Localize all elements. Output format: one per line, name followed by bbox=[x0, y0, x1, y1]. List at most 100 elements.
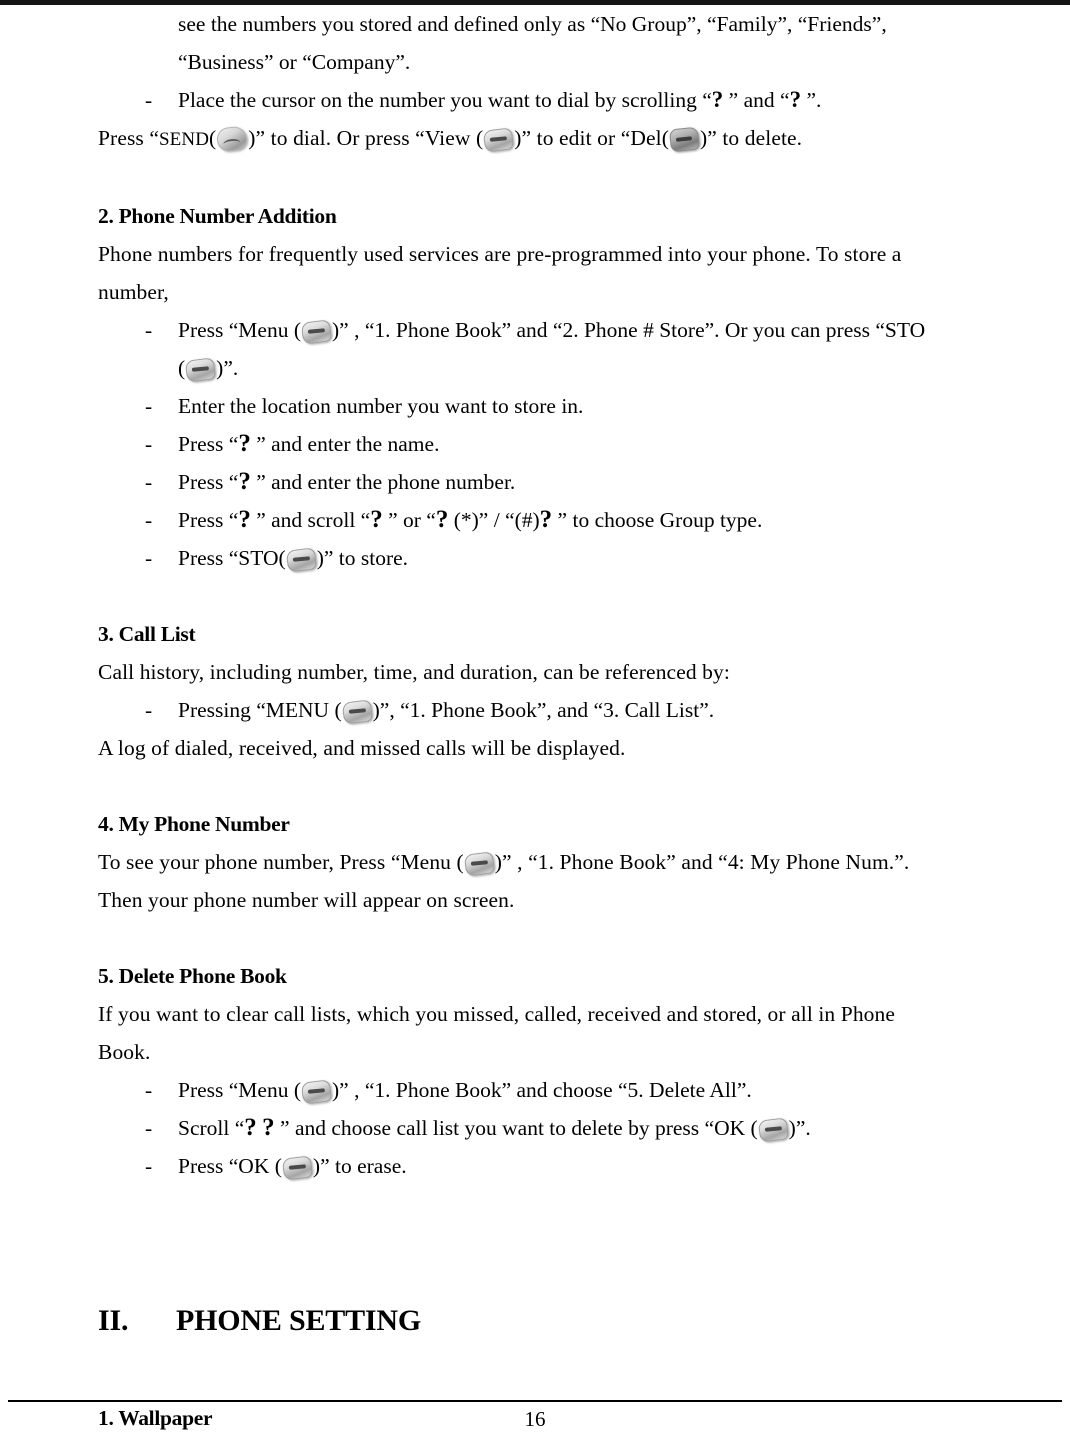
document-page: see the numbers you stored and defined o… bbox=[0, 0, 1070, 1439]
menu-key-icon bbox=[300, 1079, 333, 1105]
list-item-text-paren: ( bbox=[278, 546, 286, 570]
list-item: - Press “? ” and scroll “? ” or “? (*)” … bbox=[145, 501, 970, 539]
list-item-text-2: )”, “1. Phone Book”, and “3. Call List”. bbox=[372, 698, 715, 722]
list-item: - Place the cursor on the number you wan… bbox=[145, 81, 970, 119]
list-item-text-2: )” , “1. Phone Book” and “2. Phone # Sto… bbox=[332, 318, 926, 342]
list-item-text-2: )” to erase. bbox=[312, 1154, 407, 1178]
continuation-seg2: )”. bbox=[216, 356, 239, 380]
list-item-text-2: ” and enter the phone number. bbox=[250, 470, 516, 494]
list-item-text: Press “ bbox=[178, 432, 239, 456]
view-soft-key-icon bbox=[483, 127, 515, 153]
list-item-text-2: )” to store. bbox=[316, 546, 409, 570]
list-item-text-2: ” and scroll “ bbox=[250, 508, 371, 532]
list-item-text-2: ” and choose call list you want to delet… bbox=[274, 1116, 758, 1140]
list-bullet-dash: - bbox=[145, 88, 153, 112]
ok-key-icon bbox=[281, 1155, 314, 1181]
list-item-text-end: ”. bbox=[801, 88, 822, 112]
list-item-continuation: ( )”. bbox=[178, 349, 970, 387]
menu-key-icon bbox=[463, 851, 495, 877]
list-item-text: Pressing “MENU ( bbox=[178, 698, 342, 722]
section-2-body-line-1: Phone numbers for frequently used servic… bbox=[98, 242, 902, 266]
list-item-text-3: ” or “ bbox=[382, 508, 436, 532]
section-4-seg1: To see your phone number, Press “Menu ( bbox=[98, 850, 464, 874]
soft-key-arrow-icon-1: ? bbox=[238, 506, 251, 533]
press-send-seg6: )” to delete. bbox=[699, 126, 803, 150]
footer-divider bbox=[8, 1400, 1062, 1402]
menu-key-icon bbox=[341, 699, 373, 725]
list-bullet-dash: - bbox=[145, 546, 153, 570]
continuation-seg1: ( bbox=[178, 356, 186, 380]
soft-key-arrow-icon-2: ? bbox=[370, 506, 383, 533]
press-send-seg1: Press “ bbox=[98, 126, 160, 150]
list-item-text: Press “OK ( bbox=[178, 1154, 282, 1178]
list-item: - Press “OK ()” to erase. bbox=[145, 1147, 970, 1185]
list-item: - Press “Menu ( )” , “1. Phone Book” and … bbox=[145, 1071, 970, 1109]
list-bullet-dash: - bbox=[145, 698, 153, 722]
section-3-body-after: A log of dialed, received, and missed ca… bbox=[98, 736, 626, 760]
soft-key-arrow-icon: ? bbox=[238, 468, 251, 495]
list-bullet-dash: - bbox=[145, 432, 153, 456]
list-item-text-2: )” , “1. Phone Book” and choose “5. Dele… bbox=[332, 1078, 752, 1102]
scroll-down-arrow-icon: ? bbox=[789, 87, 802, 112]
list-item-text: Enter the location number you want to st… bbox=[178, 394, 584, 418]
list-item-text: Press “Menu ( bbox=[178, 318, 302, 342]
list-item-text: Place the cursor on the number you want … bbox=[178, 88, 712, 112]
list-bullet-dash: - bbox=[145, 508, 153, 532]
list-item-text-mid: ” and “ bbox=[723, 88, 790, 112]
top-continuation-line-2: “Business” or “Company”. bbox=[178, 50, 411, 74]
post-chapter-spacer bbox=[0, 1343, 1070, 1399]
list-item: - Pressing “MENU ( )”, “1. Phone Book”, a… bbox=[145, 691, 970, 729]
section-4-body-line-2: Then your phone number will appear on sc… bbox=[98, 888, 515, 912]
scroll-up-arrow-icon: ? bbox=[244, 1114, 257, 1141]
section-2-body-line-2: number, bbox=[98, 280, 169, 304]
list-item-text: Press “ bbox=[178, 508, 239, 532]
scroll-down-arrow-icon: ? bbox=[262, 1114, 275, 1141]
list-item: - Press “? ” and enter the phone number. bbox=[145, 463, 970, 501]
top-continuation-line-1: see the numbers you stored and defined o… bbox=[178, 12, 887, 36]
list-item-text-2: ” and enter the name. bbox=[250, 432, 440, 456]
list-bullet-dash: - bbox=[145, 1078, 153, 1102]
section-5-body-line-2: Book. bbox=[98, 1040, 151, 1064]
press-send-line: Press “SEND()” to dial. Or press “View (… bbox=[98, 119, 970, 159]
chapter-spacer bbox=[0, 1185, 1070, 1261]
send-key-icon bbox=[216, 125, 249, 153]
list-item: - Enter the location number you want to … bbox=[145, 387, 970, 425]
list-item-text: Press “Menu ( bbox=[178, 1078, 302, 1102]
chapter-heading: II. PHONE SETTING bbox=[98, 1299, 970, 1343]
soft-key-arrow-icon: ? bbox=[238, 430, 251, 457]
sto-key-icon bbox=[285, 547, 317, 573]
chapter-title: PHONE SETTING bbox=[176, 1304, 421, 1337]
page-number: 16 bbox=[524, 1407, 546, 1431]
list-item-text-3: )”. bbox=[788, 1116, 811, 1140]
soft-key-arrow-icon-3: ? bbox=[435, 506, 449, 533]
section-heading-my-phone-number: 4. My Phone Number bbox=[98, 812, 290, 836]
section-4-body-line-1: To see your phone number, Press “Menu ()… bbox=[98, 843, 970, 881]
delete-key-icon bbox=[668, 126, 701, 153]
menu-key-icon bbox=[300, 319, 333, 345]
chapter-spacer-2 bbox=[0, 1261, 1070, 1299]
list-item: - Scroll “? ? ” and choose call list you… bbox=[145, 1109, 970, 1147]
section-4-seg2: )” , “1. Phone Book” and “4: My Phone Nu… bbox=[494, 850, 910, 874]
list-bullet-dash: - bbox=[145, 394, 153, 418]
press-send-seg5: ( bbox=[661, 126, 669, 150]
press-send-seg2: ( bbox=[209, 126, 217, 150]
list-bullet-dash: - bbox=[145, 470, 153, 494]
list-item: - Press “Menu ( )” , “1. Phone Book” and … bbox=[145, 311, 970, 349]
soft-key-arrow-icon-4: ? bbox=[539, 506, 553, 533]
section-heading-call-list: 3. Call List bbox=[98, 622, 196, 646]
section-heading-phone-number-addition: 2. Phone Number Addition bbox=[98, 204, 337, 228]
section-3-body-line-1: Call history, including number, time, an… bbox=[98, 660, 730, 684]
page-content: see the numbers you stored and defined o… bbox=[0, 5, 1070, 1439]
press-send-seg3: )” to dial. Or press “View ( bbox=[248, 126, 484, 150]
section-5-body-line-1: If you want to clear call lists, which y… bbox=[98, 1002, 896, 1026]
ok-key-icon bbox=[757, 1117, 789, 1143]
section-heading-delete-phone-book: 5. Delete Phone Book bbox=[98, 964, 287, 988]
press-send-seg4: )” to edit or “Del bbox=[514, 126, 662, 150]
list-bullet-dash: - bbox=[145, 318, 153, 342]
chapter-numeral: II. bbox=[98, 1304, 129, 1337]
list-bullet-dash: - bbox=[145, 1116, 153, 1140]
